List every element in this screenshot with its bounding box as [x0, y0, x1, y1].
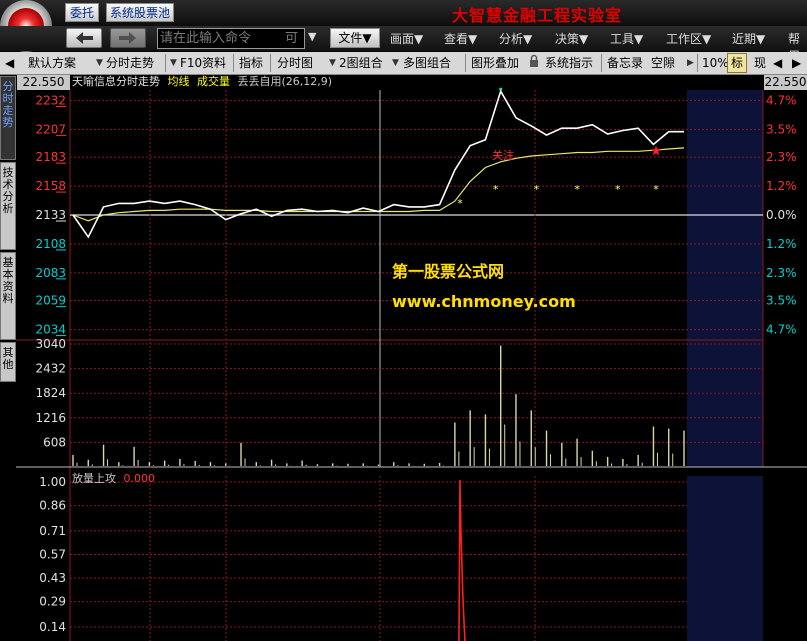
watermark-title: 第一股票公式网	[392, 262, 505, 281]
volume-tick-label: 3040	[35, 337, 66, 351]
plot-background	[70, 90, 763, 641]
price-tick-label: 2158	[35, 179, 66, 193]
price-tick-label: 2183	[35, 150, 66, 164]
indicator-tick-label: 0.71	[39, 524, 66, 538]
volume-tick-label: 608	[43, 435, 66, 449]
signal-star: *	[653, 183, 659, 196]
lower-panel-value: 0.000	[123, 472, 156, 485]
intraday-chart[interactable]: 2232 4.7% 2207 3.5% 2183 2.3% 2158 1.2% 2133 0.0%…	[0, 0, 807, 641]
future-zone	[687, 90, 763, 467]
lower-panel-title: 放量上攻	[72, 472, 116, 485]
price-tick-label: 2108	[35, 237, 66, 251]
pct-tick-label: 2.3%	[766, 150, 797, 164]
buy-signal-star: ★	[650, 143, 663, 159]
pct-tick-label: 1.2%	[766, 237, 797, 251]
volume-tick-label: 2432	[35, 362, 66, 376]
signal-star: *	[493, 183, 499, 196]
pct-tick-label: 1.2%	[766, 179, 797, 193]
price-tick-label: 2059	[35, 294, 66, 308]
volume-tick-label: 1216	[35, 411, 66, 425]
signal-star: *	[615, 183, 621, 196]
signal-star: *	[534, 183, 540, 196]
price-tick-label: 2207	[35, 122, 66, 136]
price-tick-label: 2133	[35, 208, 66, 222]
future-zone-lower	[687, 476, 763, 641]
price-tick-label: 2034	[35, 323, 66, 337]
indicator-tick-label: 0.29	[39, 595, 66, 609]
pct-tick-label: 4.7%	[766, 93, 797, 107]
lower-panel-legend: 放量上攻 0.000	[72, 470, 155, 486]
price-tick-label: 2232	[35, 93, 66, 107]
pct-tick-label: 4.7%	[766, 323, 797, 337]
peak-marker	[499, 87, 503, 91]
pct-tick-label: 3.5%	[766, 122, 797, 136]
indicator-tick-label: 0.14	[39, 620, 66, 634]
focus-annotation: 关注	[492, 149, 514, 162]
indicator-tick-label: 0.57	[39, 547, 66, 561]
pct-tick-label: 0.0%	[766, 208, 797, 222]
indicator-tick-label: 0.43	[39, 571, 66, 585]
pct-tick-label: 2.3%	[766, 266, 797, 280]
signal-star: *	[457, 197, 463, 210]
signal-star: *	[574, 183, 580, 196]
indicator-tick-label: 1.00	[39, 475, 66, 489]
watermark-url: www.chnmoney.com	[392, 292, 576, 311]
volume-tick-label: 1824	[35, 386, 66, 400]
indicator-tick-label: 0.86	[39, 499, 66, 513]
pct-tick-label: 3.5%	[766, 294, 797, 308]
price-tick-label: 2083	[35, 266, 66, 280]
